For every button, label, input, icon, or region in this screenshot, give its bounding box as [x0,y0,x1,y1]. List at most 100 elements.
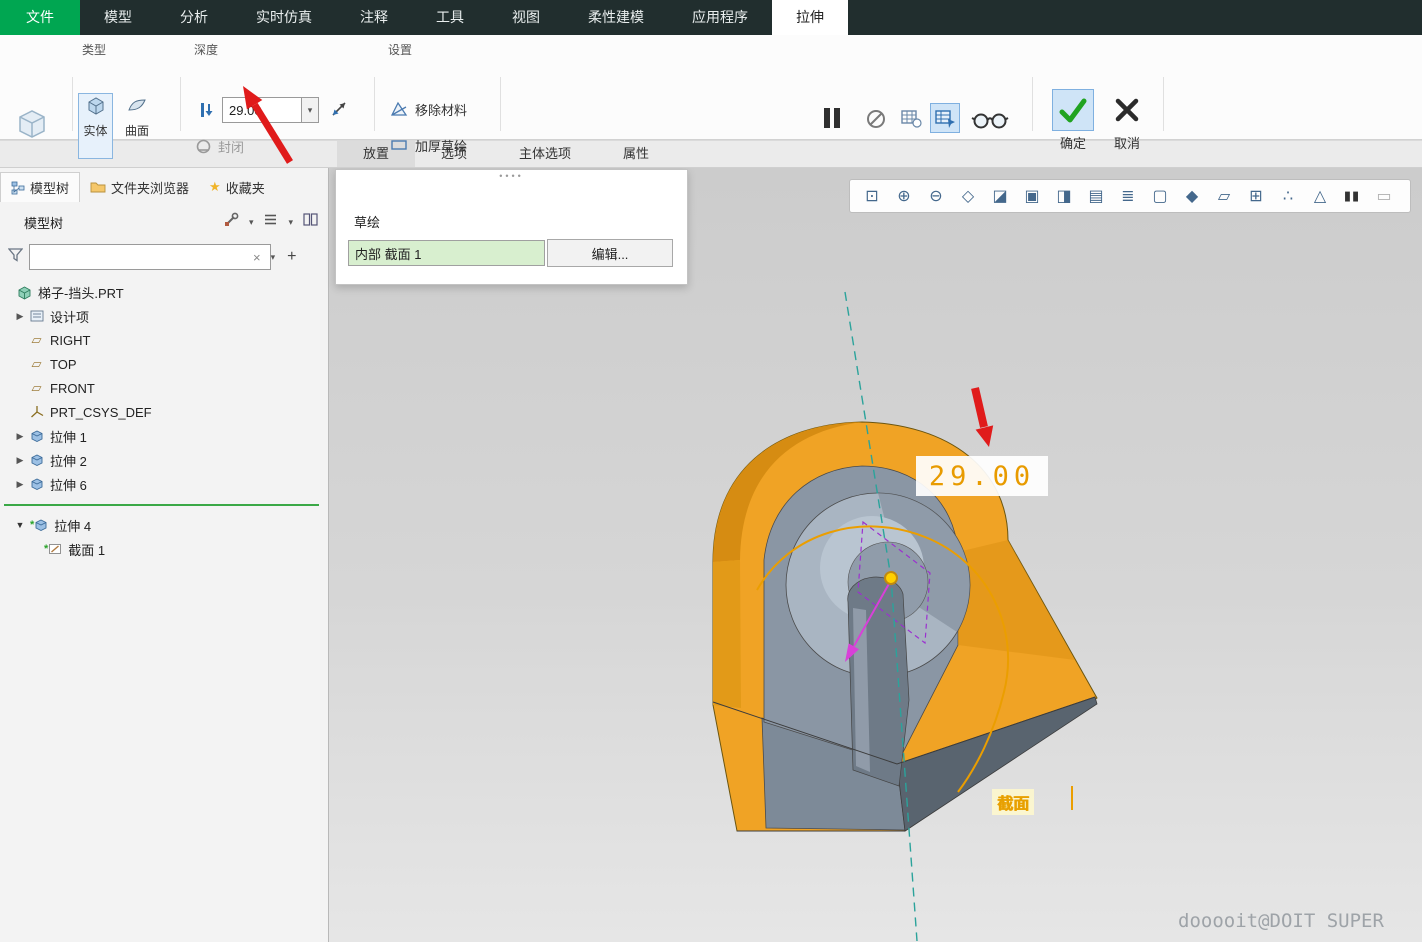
tree-tools-icon[interactable] [224,212,239,232]
ribbon-separator [500,77,501,131]
tree-item-front-plane[interactable]: ▱ FRONT [0,376,321,400]
saved-view-list-icon[interactable]: ≣ [1114,183,1142,209]
extrude-feature-icon [28,477,45,491]
depth-group-label: 深度 [194,43,219,57]
menu-tab-analysis[interactable]: 分析 [156,0,232,35]
tree-item-extrude-1[interactable]: ▶ 拉伸 1 [0,424,321,448]
cancel-label: 取消 [1113,136,1140,151]
navigator-sidebar: 模型树 文件夹浏览器 ★ 收藏夹 模型树 ▾ ▾ × ▾ + 梯子-挡头.PRT… [0,168,329,942]
type-group-label: 类型 [82,43,107,57]
expand-arrow[interactable]: ▶ [12,455,28,466]
menu-tab-tools[interactable]: 工具 [412,0,488,35]
menu-tab-live-simulation[interactable]: 实时仿真 [232,0,336,35]
tree-filter-list-icon[interactable] [263,213,278,231]
solid-type-button[interactable]: 实体 [78,93,113,159]
sketch-icon [46,542,63,556]
closed-toggle-button[interactable]: 封闭 [194,133,245,159]
tree-item-label: 拉伸 1 [50,429,87,445]
tab-model-tree[interactable]: 模型树 [0,172,81,202]
menu-tab-flexible-modeling[interactable]: 柔性建模 [564,0,668,35]
remove-material-button[interactable]: 移除材料 [388,95,468,123]
feature-preview-button[interactable] [968,107,1012,133]
render-style-icon[interactable]: ◆ [1178,183,1206,209]
expand-arrow[interactable]: ▶ [12,311,28,322]
tree-item-right-plane[interactable]: ▱ RIGHT [0,328,321,352]
menubar: 文件 模型 分析 实时仿真 注释 工具 视图 柔性建模 应用程序 拉伸 [0,0,1422,35]
menu-tab-file[interactable]: 文件 [0,0,80,35]
tab-body-options[interactable]: 主体选项 [493,141,597,167]
model-tree-icon [11,181,25,194]
ok-button[interactable]: 确定 [1046,89,1100,152]
depth-option-button[interactable] [194,97,220,123]
depth-value-input[interactable] [222,97,302,123]
expand-arrow[interactable]: ▶ [12,479,28,490]
tree-tools-dropdown[interactable]: ▾ [249,217,254,228]
tree-item-label: 截面 1 [68,542,106,558]
tree-item-extrude-4-active[interactable]: ▼ * 拉伸 4 [0,513,321,537]
no-preview-button[interactable] [862,105,890,133]
view-manager-icon[interactable]: ▢ [1146,183,1174,209]
expand-arrow[interactable]: ▼ [12,520,28,530]
annotation-arrow-shaft [971,387,988,428]
menu-tab-applications[interactable]: 应用程序 [668,0,772,35]
coordinate-system-icon [28,405,45,419]
tree-item-extrude-6[interactable]: ▶ 拉伸 6 [0,472,321,496]
left-wall-face [713,560,741,708]
tab-favorites[interactable]: ★ 收藏夹 [199,172,275,202]
tab-properties[interactable]: 属性 [597,141,675,167]
tree-columns-icon[interactable] [303,213,318,231]
depth-dimension-label[interactable]: 29.00 [916,456,1048,496]
tree-item-csys[interactable]: PRT_CSYS_DEF [0,400,321,424]
closed-icon [196,139,211,153]
menu-tab-view[interactable]: 视图 [488,0,564,35]
surface-type-label: 曲面 [124,124,149,138]
surface-type-button[interactable]: 曲面 [116,93,158,159]
section-view-icon[interactable]: ◨ [1050,183,1078,209]
depth-value-dropdown[interactable]: ▾ [302,97,319,123]
search-options-dropdown[interactable]: ▾ [271,252,276,263]
zoom-in-icon[interactable]: ⊕ [890,183,918,209]
cancel-button[interactable]: 取消 [1100,89,1154,152]
sketch-collector-input[interactable] [348,240,545,266]
axis-display-icon[interactable]: ⊞ [1242,183,1270,209]
pause-button[interactable] [816,101,848,135]
tree-search-input[interactable] [29,244,271,270]
zoom-out-icon[interactable]: ⊖ [922,183,950,209]
tree-item-design-items[interactable]: ▶ 设计项 [0,304,321,328]
panel-drag-handle[interactable]: •••• [499,171,524,181]
section-name-label[interactable]: 截面 [992,789,1035,815]
insert-here-indicator[interactable] [4,504,319,506]
placement-panel: •••• 草绘 编辑... [335,169,688,285]
tree-item-part-root[interactable]: 梯子-挡头.PRT [0,280,321,304]
menu-tab-annotate[interactable]: 注释 [336,0,412,35]
tree-item-section-1[interactable]: * 截面 1 [0,537,321,561]
thicken-sketch-button[interactable]: 加厚草绘 [388,131,468,159]
tree-item-top-plane[interactable]: ▱ TOP [0,352,321,376]
unattached-preview-button[interactable] [896,103,926,133]
layers-icon[interactable]: ▤ [1082,183,1110,209]
edit-sketch-button[interactable]: 编辑... [547,239,673,267]
repaint-icon[interactable]: ◪ [986,183,1014,209]
plane-display-icon[interactable]: ▱ [1210,183,1238,209]
pause-display-icon[interactable]: ▮▮ [1338,183,1366,209]
zoom-window-icon[interactable]: ⊡ [858,183,886,209]
display-style-icon[interactable]: ▣ [1018,183,1046,209]
tree-filter-dropdown[interactable]: ▾ [288,217,293,228]
tree-item-extrude-2[interactable]: ▶ 拉伸 2 [0,448,321,472]
menu-tab-model[interactable]: 模型 [80,0,156,35]
attached-preview-button-selected[interactable] [930,103,960,133]
point-display-icon[interactable]: ∴ [1274,183,1302,209]
menu-tab-extrude-active[interactable]: 拉伸 [772,0,848,35]
filter-funnel-icon[interactable] [7,247,24,267]
add-filter-icon[interactable]: + [287,248,296,266]
csys-display-icon[interactable]: △ [1306,183,1334,209]
tree-item-label: 拉伸 2 [50,453,87,469]
clear-search-icon[interactable]: × [253,250,261,265]
refit-icon[interactable]: ◇ [954,183,982,209]
tab-folder-browser[interactable]: 文件夹浏览器 [80,172,199,202]
extra-toolbar-icon[interactable]: ▭ [1370,183,1398,209]
depth-drag-handle[interactable] [884,571,898,585]
flip-direction-button[interactable] [325,95,353,123]
tree-item-label: RIGHT [50,332,91,348]
expand-arrow[interactable]: ▶ [12,431,28,442]
